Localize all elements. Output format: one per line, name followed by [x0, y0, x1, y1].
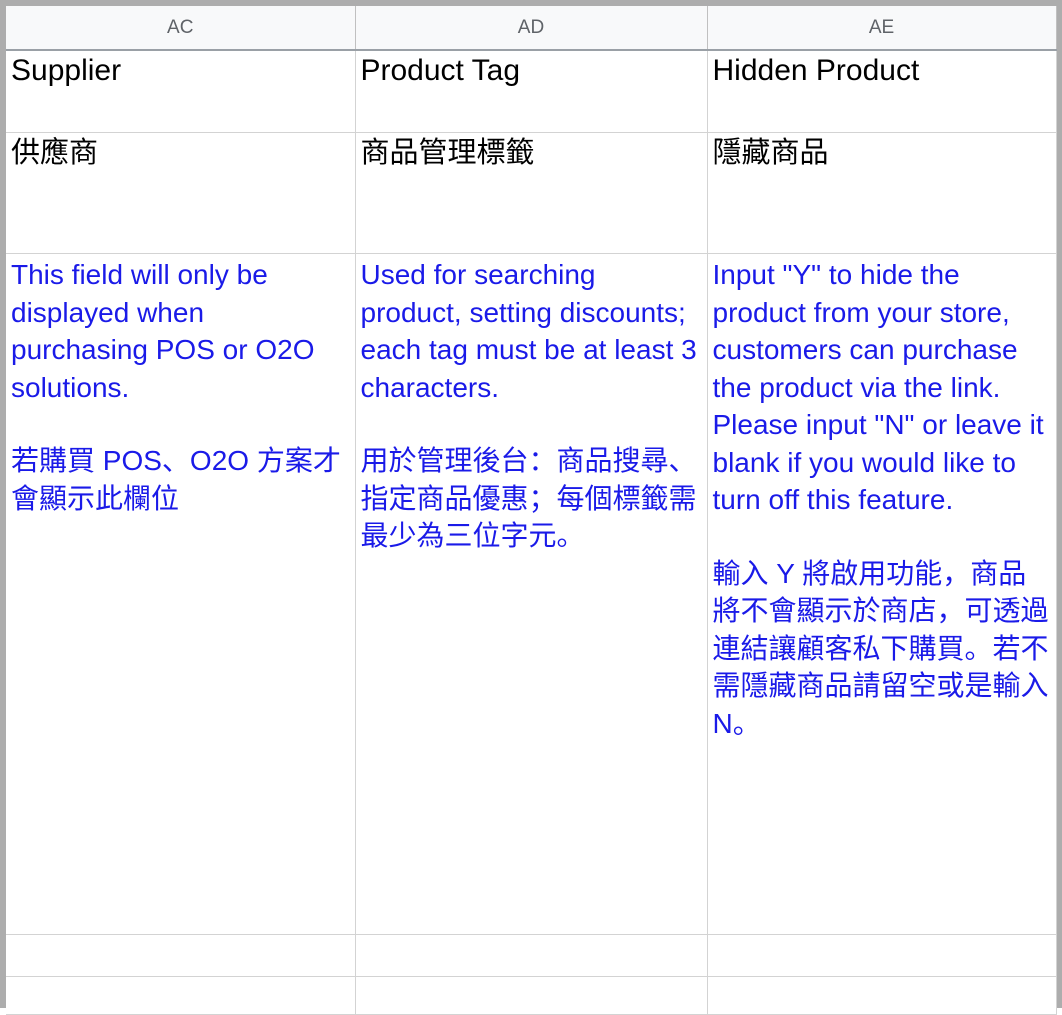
cell-ae-description[interactable]: Input "Y" to hide the product from your …: [707, 253, 1057, 935]
cell-ac-field-name-en[interactable]: Supplier: [6, 50, 356, 133]
table-row-field-names-en: Supplier Product Tag Hidden Product: [6, 50, 1057, 133]
cell-ac-description[interactable]: This field will only be displayed when p…: [6, 253, 356, 935]
column-header-ac[interactable]: AC: [6, 6, 356, 51]
description-product-tag: Used for searching product, setting disc…: [361, 256, 701, 555]
cell-ad-field-name-zh[interactable]: 商品管理標籤: [355, 132, 708, 254]
cell-ad-field-name-en[interactable]: Product Tag: [355, 50, 708, 133]
grid-right-border: [1056, 0, 1062, 1008]
description-supplier: This field will only be displayed when p…: [11, 256, 349, 517]
field-name-zh-supplier: 供應商: [11, 137, 99, 169]
cell-ae-blank-1[interactable]: [707, 934, 1057, 977]
spreadsheet-table: AC AD AE Supplier Product Tag Hidden Pro…: [6, 6, 1057, 1015]
field-name-en-hidden-product: Hidden Product: [712, 54, 920, 87]
cell-ad-description[interactable]: Used for searching product, setting disc…: [355, 253, 708, 935]
cell-ac-blank-2[interactable]: [6, 976, 356, 1015]
cell-ac-blank-1[interactable]: [6, 934, 356, 977]
description-supplier-zh: 若購買 POS、O2O 方案才會顯示此欄位: [11, 445, 341, 514]
field-name-zh-product-tag: 商品管理標籤: [360, 137, 535, 169]
cell-ae-blank-2[interactable]: [707, 976, 1057, 1015]
description-product-tag-zh: 用於管理後台：商品搜尋、指定商品優惠；每個標籤需最少為三位字元。: [360, 445, 697, 552]
table-row-blank-2: [6, 976, 1057, 1015]
spreadsheet-grid-area: AC AD AE Supplier Product Tag Hidden Pro…: [0, 0, 1062, 1015]
field-name-en-supplier: Supplier: [11, 54, 122, 87]
description-hidden-product-zh: 輸入 Y 將啟用功能，商品將不會顯示於商店，可透過連結讓顧客私下購買。若不需隱藏…: [712, 557, 1049, 739]
cell-ad-blank-1[interactable]: [355, 934, 708, 977]
description-paragraph-gap: [11, 406, 349, 442]
cell-ae-field-name-en[interactable]: Hidden Product: [707, 50, 1057, 133]
column-header-ad[interactable]: AD: [355, 6, 708, 51]
table-row-field-names-zh: 供應商 商品管理標籤 隱藏商品: [6, 132, 1057, 254]
field-name-zh-hidden-product: 隱藏商品: [712, 137, 829, 169]
description-hidden-product: Input "Y" to hide the product from your …: [713, 256, 1050, 742]
table-row-descriptions: This field will only be displayed when p…: [6, 253, 1057, 935]
column-header-row: AC AD AE: [6, 6, 1057, 51]
description-hidden-product-en: Input "Y" to hide the product from your …: [712, 259, 1044, 516]
description-paragraph-gap: [361, 406, 701, 442]
field-name-en-product-tag: Product Tag: [360, 54, 521, 87]
table-row-blank-1: [6, 934, 1057, 977]
description-supplier-en: This field will only be displayed when p…: [11, 259, 315, 403]
description-paragraph-gap: [713, 519, 1050, 555]
cell-ac-field-name-zh[interactable]: 供應商: [6, 132, 356, 254]
cell-ae-field-name-zh[interactable]: 隱藏商品: [707, 132, 1057, 254]
cell-ad-blank-2[interactable]: [355, 976, 708, 1015]
column-header-ae[interactable]: AE: [707, 6, 1057, 51]
description-product-tag-en: Used for searching product, setting disc…: [360, 259, 697, 403]
